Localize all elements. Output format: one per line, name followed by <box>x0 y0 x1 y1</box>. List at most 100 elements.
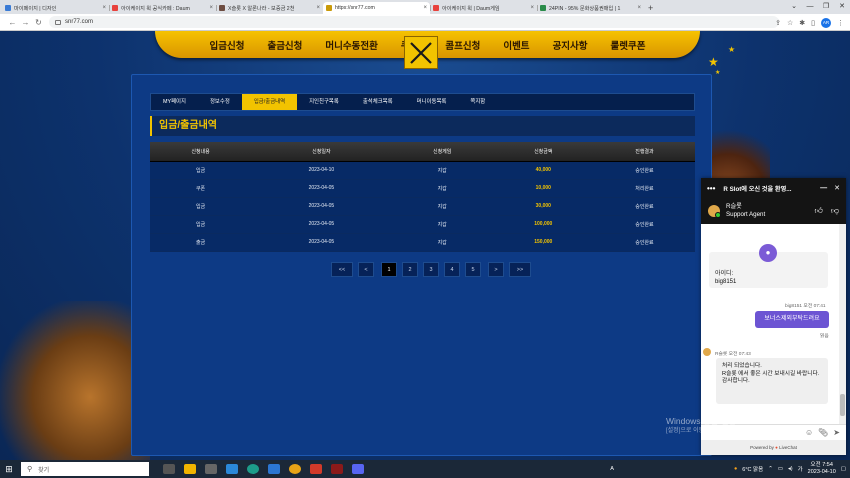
subnav-transactions[interactable]: 입금/출금내역 <box>241 94 298 110</box>
url-bar[interactable]: snr77.com <box>49 16 779 28</box>
page-next-button[interactable]: > <box>488 262 504 277</box>
cell-game: 지갑 <box>391 233 493 252</box>
close-tab-icon[interactable]: × <box>316 5 320 11</box>
browser-tab[interactable]: 아이케이지 윅 공식카페 : Daum × <box>109 2 216 14</box>
attach-icon[interactable]: 📎︎ <box>818 428 828 437</box>
close-tab-icon[interactable]: × <box>530 5 534 11</box>
browser-tab[interactable]: 아이케이지 윅 | Daum게임 × <box>430 2 537 14</box>
nav-deposit[interactable]: 입금신청 <box>209 38 244 52</box>
close-tab-icon[interactable]: × <box>102 5 106 11</box>
share-icon[interactable]: ⇪ <box>775 19 781 27</box>
close-x-logo[interactable] <box>404 36 438 69</box>
edge-icon[interactable] <box>247 464 259 474</box>
new-tab-button[interactable]: + <box>648 3 653 13</box>
menu-kebab-icon[interactable]: ⋮ <box>837 19 844 27</box>
powered-brand: LiveChat <box>779 445 797 450</box>
minimize-chat-icon[interactable]: — <box>820 185 827 192</box>
thumbs-up-icon[interactable]: 👍︎ <box>815 206 823 216</box>
x-icon <box>410 41 432 64</box>
discord-icon[interactable] <box>352 464 364 474</box>
page-prev-button[interactable]: < <box>358 262 374 277</box>
subnav-edit-info[interactable]: 정보수정 <box>198 94 242 110</box>
taskbar-search[interactable]: ⚲ 찾기 <box>21 462 149 476</box>
favicon-icon <box>433 5 439 11</box>
ime-indicator[interactable]: A <box>610 466 614 472</box>
page-first-button[interactable]: << <box>331 262 353 277</box>
page-button-5[interactable]: 5 <box>465 262 481 277</box>
mypage-panel: MY페이지 정보수정 입금/출금내역 지인친구목록 출석체크목록 머니이동목록 … <box>131 74 712 456</box>
app-icon[interactable] <box>205 464 217 474</box>
close-tab-icon[interactable]: × <box>423 5 427 11</box>
tray-up-icon[interactable]: ⌃ <box>768 466 773 472</box>
cell-amount: 30,000 <box>492 197 594 216</box>
close-chat-icon[interactable]: ✕ <box>834 184 840 192</box>
app-icon[interactable] <box>331 464 343 474</box>
reload-icon[interactable]: ↻ <box>32 18 45 27</box>
file-explorer-icon[interactable] <box>184 464 196 474</box>
page-button-1[interactable]: 1 <box>381 262 397 277</box>
task-view-icon[interactable] <box>163 464 175 474</box>
page-button-3[interactable]: 3 <box>423 262 439 277</box>
clock[interactable]: 오전 7:54 2023-04-10 <box>808 462 836 476</box>
subnav-attendance[interactable]: 출석체크목록 <box>351 94 405 110</box>
chrome-icon[interactable] <box>289 464 301 474</box>
favicon-icon <box>112 5 118 11</box>
thumbs-down-icon[interactable]: 👎︎ <box>831 206 839 216</box>
windows-start-icon[interactable]: ⊞ <box>0 464 18 475</box>
bookmark-star-icon[interactable]: ☆ <box>787 19 793 27</box>
page-button-4[interactable]: 4 <box>444 262 460 277</box>
weather-text[interactable]: 6°C 맑음 <box>742 465 763 473</box>
subnav-money-transfer[interactable]: 머니이동목록 <box>405 94 459 110</box>
sidebar-icon[interactable]: ▯ <box>811 19 815 27</box>
col-type: 신청내용 <box>150 142 252 162</box>
chat-scrollbar[interactable] <box>839 224 846 424</box>
cell-status: 승인완료 <box>593 161 695 180</box>
tab-title: X슬롯 X 알론나라 - 보증금 2천 <box>228 5 295 12</box>
browser-tab[interactable]: https://snr77.com × <box>323 2 430 14</box>
emoji-icon[interactable]: ☺ <box>805 428 813 437</box>
scroll-thumb[interactable] <box>840 394 845 416</box>
subnav-messages[interactable]: 쪽지함 <box>458 94 497 110</box>
close-tab-icon[interactable]: × <box>637 5 641 11</box>
browser-tab[interactable]: 24PIN - 95% 문화상품권매입 | 1 × <box>537 2 644 14</box>
tab-title: 24PIN - 95% 문화상품권매입 | 1 <box>549 5 621 12</box>
language-indicator[interactable]: 가 <box>798 465 803 473</box>
character-decoration <box>0 301 150 460</box>
table-row: 입금 2023-04-05 지갑 30,000 승인완료 <box>150 197 695 216</box>
minimize-button[interactable]: — <box>802 0 818 14</box>
subnav-mypage[interactable]: MY페이지 <box>151 94 198 110</box>
cell-date: 2023-04-05 <box>251 233 392 252</box>
restore-button[interactable]: ❐ <box>818 0 834 14</box>
nav-withdraw[interactable]: 출금신청 <box>267 38 302 52</box>
tab-search-icon[interactable]: ⌄ <box>786 0 802 14</box>
cell-game: 지갑 <box>391 197 493 216</box>
extensions-icon[interactable]: ✱ <box>799 19 805 27</box>
close-window-button[interactable]: ✕ <box>834 0 850 14</box>
system-tray: A ● 6°C 맑음 ⌃ ▭ ◂) 가 오전 7:54 2023-04-10 ▢ <box>610 460 846 478</box>
back-arrow-icon[interactable]: ← <box>6 18 19 27</box>
nav-event[interactable]: 이벤트 <box>503 38 529 52</box>
nav-notice[interactable]: 공지사항 <box>553 38 588 52</box>
browser-tab[interactable]: X슬롯 X 알론나라 - 보증금 2천 × <box>216 2 323 14</box>
cell-type: 입금 <box>150 161 252 180</box>
page-button-2[interactable]: 2 <box>402 262 418 277</box>
browser-tab[interactable]: 마이페이지 | 디자인 × <box>2 2 109 14</box>
volume-icon[interactable]: ◂) <box>788 466 793 472</box>
nav-money-convert[interactable]: 머니수동전환 <box>325 38 377 52</box>
profile-avatar[interactable]: AR <box>821 17 831 28</box>
store-icon[interactable] <box>268 464 280 474</box>
network-icon[interactable]: ▭ <box>778 466 783 472</box>
more-options-icon[interactable]: ••• <box>707 184 715 193</box>
mail-icon[interactable] <box>226 464 238 474</box>
nav-roulette-coupon[interactable]: 룰렛쿠폰 <box>611 38 646 52</box>
app-icon[interactable] <box>310 464 322 474</box>
subnav-friends[interactable]: 지인친구목록 <box>297 94 351 110</box>
notification-icon[interactable]: ▢ <box>841 466 846 472</box>
tab-title: 아이케이지 윅 | Daum게임 <box>442 5 500 12</box>
cell-status: 처리완료 <box>593 179 695 198</box>
forward-arrow-icon[interactable]: → <box>19 18 32 27</box>
page-last-button[interactable]: >> <box>509 262 531 277</box>
send-icon[interactable]: ➤ <box>833 428 840 437</box>
nav-comp[interactable]: 콤프신청 <box>445 38 480 52</box>
close-tab-icon[interactable]: × <box>209 5 213 11</box>
